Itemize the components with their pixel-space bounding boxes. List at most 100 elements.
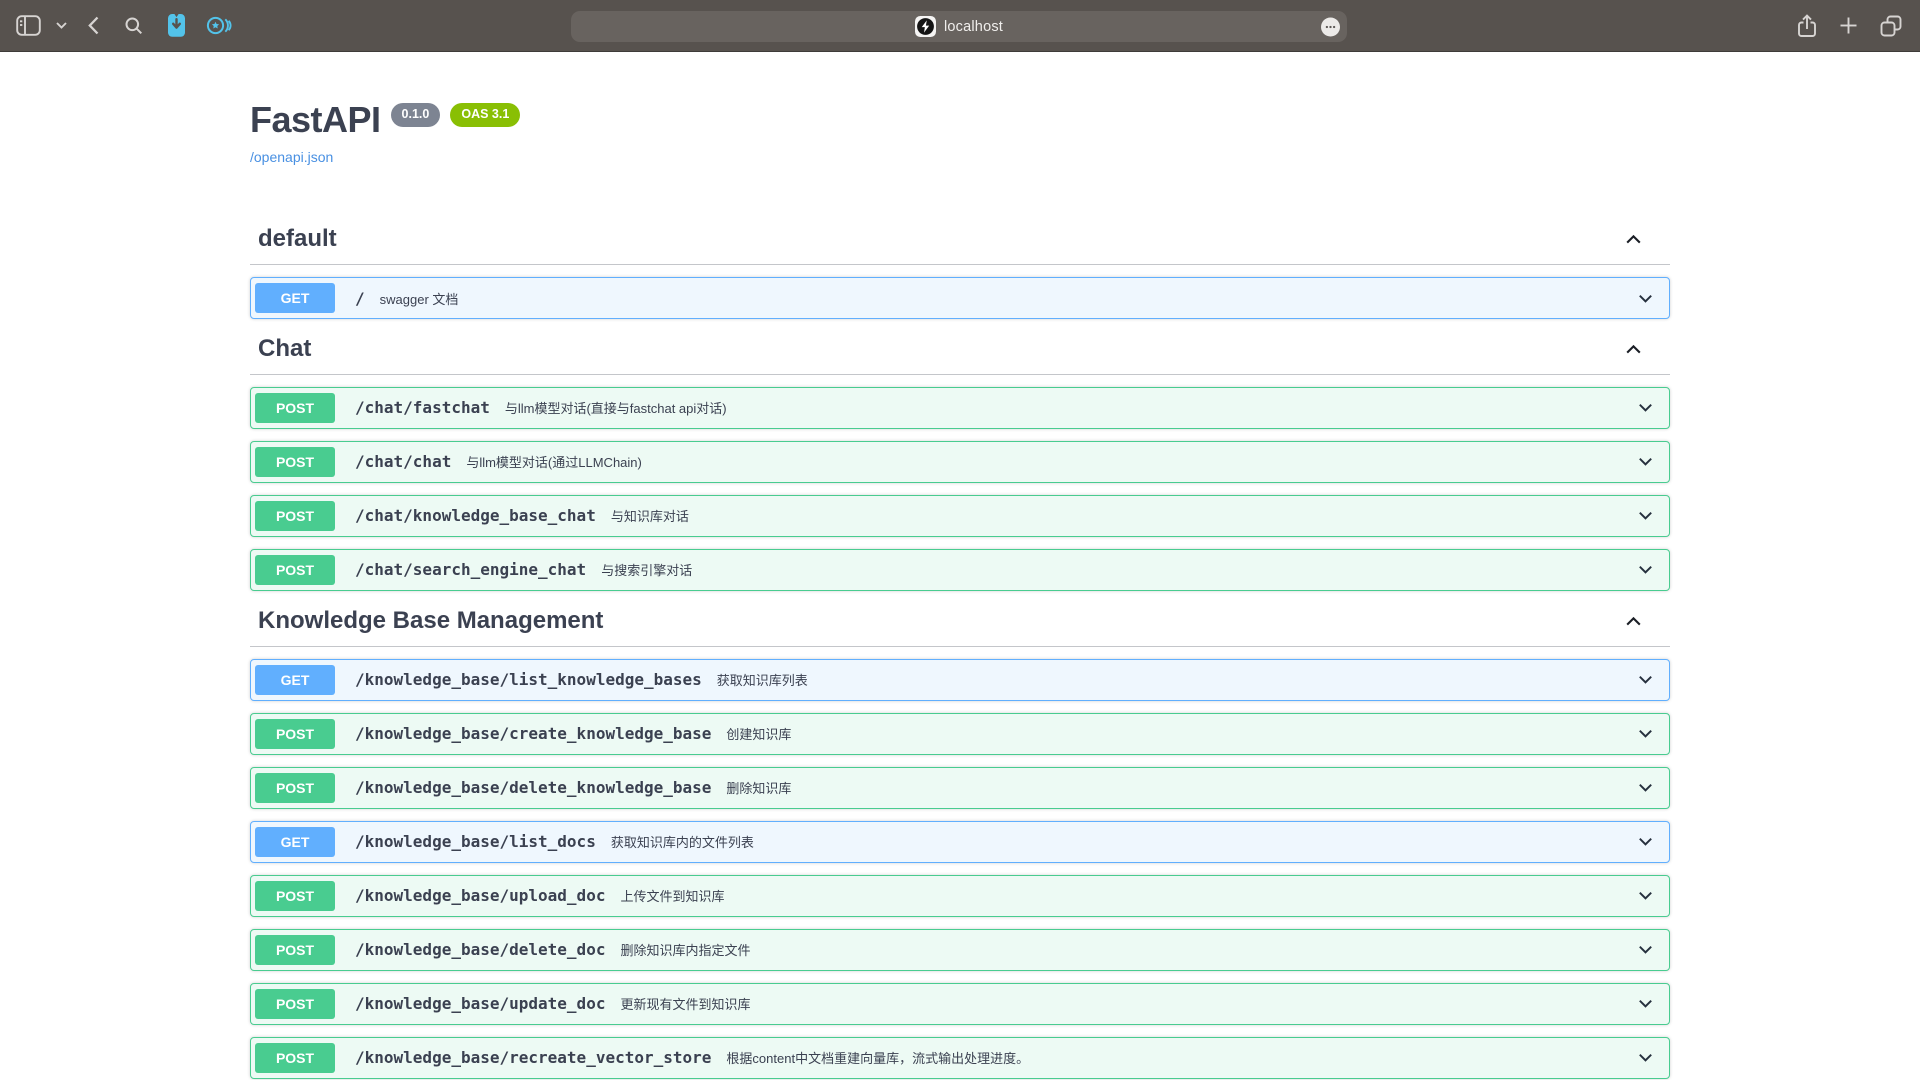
url-bar[interactable]: localhost bbox=[571, 11, 1347, 42]
endpoint-description: 删除知识库内指定文件 bbox=[620, 940, 750, 959]
endpoint-row[interactable]: GET /knowledge_base/list_docs 获取知识库内的文件列… bbox=[250, 821, 1670, 863]
chevron-up-icon bbox=[1623, 339, 1644, 360]
endpoint-row[interactable]: POST /chat/fastchat 与llm模型对话(直接与fastchat… bbox=[250, 387, 1670, 429]
endpoint-path: /knowledge_base/delete_doc bbox=[355, 940, 605, 959]
method-badge: POST bbox=[255, 881, 335, 911]
chevron-down-icon bbox=[1636, 1048, 1655, 1067]
endpoint-description: 获取知识库内的文件列表 bbox=[611, 832, 754, 851]
method-badge: POST bbox=[255, 555, 335, 585]
method-badge: POST bbox=[255, 989, 335, 1019]
endpoint-row[interactable]: GET / swagger 文档 bbox=[250, 277, 1670, 319]
method-badge: POST bbox=[255, 447, 335, 477]
endpoint-path: /knowledge_base/create_knowledge_base bbox=[355, 724, 711, 743]
page-title: FastAPI bbox=[250, 99, 381, 140]
method-badge: POST bbox=[255, 719, 335, 749]
search-icon[interactable] bbox=[125, 17, 143, 35]
api-tag-section: Knowledge Base Management GET /knowledge… bbox=[250, 607, 1670, 1079]
endpoint-path: /knowledge_base/delete_knowledge_base bbox=[355, 778, 711, 797]
chevron-down-icon bbox=[1636, 670, 1655, 689]
endpoint-row[interactable]: POST /knowledge_base/delete_doc 删除知识库内指定… bbox=[250, 929, 1670, 971]
page-settings-button[interactable] bbox=[1321, 17, 1340, 36]
endpoint-row[interactable]: GET /knowledge_base/list_knowledge_bases… bbox=[250, 659, 1670, 701]
back-button[interactable] bbox=[88, 16, 99, 35]
method-badge: GET bbox=[255, 283, 335, 313]
openapi-json-link[interactable]: /openapi.json bbox=[250, 149, 333, 165]
api-tag-section: default GET / swagger 文档 bbox=[250, 225, 1670, 319]
section-collapse-button[interactable] bbox=[1621, 609, 1646, 634]
chevron-down-icon bbox=[1636, 452, 1655, 471]
tab-overview-icon[interactable] bbox=[1880, 15, 1902, 37]
endpoint-row[interactable]: POST /knowledge_base/create_knowledge_ba… bbox=[250, 713, 1670, 755]
endpoint-row[interactable]: POST /chat/chat 与llm模型对话(通过LLMChain) bbox=[250, 441, 1670, 483]
chevron-down-icon bbox=[1636, 832, 1655, 851]
endpoint-row[interactable]: POST /knowledge_base/recreate_vector_sto… bbox=[250, 1037, 1670, 1079]
method-badge: POST bbox=[255, 935, 335, 965]
endpoint-description: 与llm模型对话(直接与fastchat api对话) bbox=[505, 398, 727, 417]
chevron-down-icon bbox=[1636, 398, 1655, 417]
endpoint-description: 与llm模型对话(通过LLMChain) bbox=[466, 452, 642, 471]
swagger-page: FastAPI 0.1.0 OAS 3.1 /openapi.json defa… bbox=[0, 52, 1920, 1080]
chevron-down-icon bbox=[1636, 724, 1655, 743]
method-badge: POST bbox=[255, 773, 335, 803]
endpoint-description: 删除知识库 bbox=[726, 778, 791, 797]
chevron-down-icon bbox=[1636, 560, 1655, 579]
section-header: Knowledge Base Management bbox=[250, 607, 1670, 647]
endpoint-row[interactable]: POST /knowledge_base/upload_doc 上传文件到知识库 bbox=[250, 875, 1670, 917]
new-tab-icon[interactable] bbox=[1839, 16, 1858, 35]
section-title: Knowledge Base Management bbox=[258, 607, 603, 636]
chevron-down-icon[interactable] bbox=[56, 22, 67, 29]
sidebar-toggle-button[interactable] bbox=[16, 15, 41, 36]
endpoint-description: 获取知识库列表 bbox=[717, 670, 808, 689]
endpoint-path: /knowledge_base/upload_doc bbox=[355, 886, 605, 905]
url-text: localhost bbox=[944, 19, 1003, 35]
section-header: Chat bbox=[250, 335, 1670, 375]
section-collapse-button[interactable] bbox=[1621, 227, 1646, 252]
endpoint-path: /knowledge_base/recreate_vector_store bbox=[355, 1048, 711, 1067]
endpoint-path: /knowledge_base/list_knowledge_bases bbox=[355, 670, 702, 689]
method-badge: POST bbox=[255, 1043, 335, 1073]
fastapi-favicon-icon bbox=[915, 16, 936, 37]
live-record-extension-icon[interactable] bbox=[206, 14, 233, 37]
method-badge: POST bbox=[255, 393, 335, 423]
endpoint-path: /chat/search_engine_chat bbox=[355, 560, 586, 579]
browser-toolbar: localhost bbox=[0, 0, 1920, 52]
endpoint-description: 更新现有文件到知识库 bbox=[620, 994, 750, 1013]
endpoint-description: swagger 文档 bbox=[380, 289, 459, 308]
chevron-up-icon bbox=[1623, 611, 1644, 632]
endpoint-description: 与知识库对话 bbox=[611, 506, 689, 525]
method-badge: POST bbox=[255, 501, 335, 531]
chevron-down-icon bbox=[1636, 886, 1655, 905]
chevron-down-icon bbox=[1636, 289, 1655, 308]
chevron-down-icon bbox=[1636, 778, 1655, 797]
endpoint-path: /knowledge_base/list_docs bbox=[355, 832, 596, 851]
api-info: FastAPI 0.1.0 OAS 3.1 /openapi.json bbox=[250, 99, 1670, 167]
endpoint-path: /chat/chat bbox=[355, 452, 451, 471]
section-collapse-button[interactable] bbox=[1621, 337, 1646, 362]
chevron-up-icon bbox=[1623, 229, 1644, 250]
api-tag-section: Chat POST /chat/fastchat 与llm模型对话(直接与fas… bbox=[250, 335, 1670, 591]
section-title: Chat bbox=[258, 335, 311, 364]
endpoint-row[interactable]: POST /knowledge_base/update_doc 更新现有文件到知… bbox=[250, 983, 1670, 1025]
version-badge: 0.1.0 bbox=[391, 103, 441, 127]
section-title: default bbox=[258, 225, 337, 254]
endpoint-description: 创建知识库 bbox=[726, 724, 791, 743]
oas-badge: OAS 3.1 bbox=[450, 103, 520, 127]
method-badge: GET bbox=[255, 665, 335, 695]
endpoint-path: /chat/fastchat bbox=[355, 398, 490, 417]
chevron-down-icon bbox=[1636, 940, 1655, 959]
chevron-down-icon bbox=[1636, 506, 1655, 525]
endpoint-row[interactable]: POST /chat/search_engine_chat 与搜索引擎对话 bbox=[250, 549, 1670, 591]
endpoint-description: 上传文件到知识库 bbox=[620, 886, 724, 905]
method-badge: GET bbox=[255, 827, 335, 857]
section-header: default bbox=[250, 225, 1670, 265]
endpoint-description: 根据content中文档重建向量库，流式输出处理进度。 bbox=[726, 1048, 1029, 1067]
endpoint-path: /knowledge_base/update_doc bbox=[355, 994, 605, 1013]
endpoint-description: 与搜索引擎对话 bbox=[601, 560, 692, 579]
endpoint-row[interactable]: POST /chat/knowledge_base_chat 与知识库对话 bbox=[250, 495, 1670, 537]
chevron-down-icon bbox=[1636, 994, 1655, 1013]
share-icon[interactable] bbox=[1797, 14, 1817, 38]
endpoint-path: / bbox=[355, 289, 365, 308]
endpoint-row[interactable]: POST /knowledge_base/delete_knowledge_ba… bbox=[250, 767, 1670, 809]
download-extension-icon[interactable] bbox=[166, 13, 187, 38]
endpoint-path: /chat/knowledge_base_chat bbox=[355, 506, 596, 525]
